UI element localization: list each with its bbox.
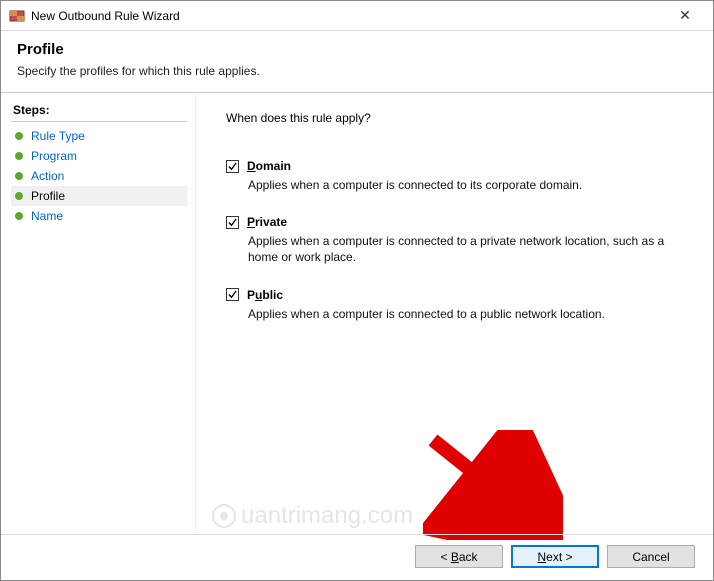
bullet-icon xyxy=(15,152,23,160)
domain-label: Domain xyxy=(247,159,291,173)
page-title: Profile xyxy=(17,41,697,58)
bullet-icon xyxy=(15,192,23,200)
window-title: New Outbound Rule Wizard xyxy=(31,9,665,23)
step-action[interactable]: Action xyxy=(11,166,187,186)
private-checkbox[interactable] xyxy=(226,216,239,229)
content-area: Steps: Rule Type Program Action Profile … xyxy=(1,93,713,533)
step-rule-type[interactable]: Rule Type xyxy=(11,126,187,146)
steps-heading: Steps: xyxy=(11,101,187,122)
next-button[interactable]: Next > xyxy=(511,545,599,568)
domain-desc: Applies when a computer is connected to … xyxy=(248,177,668,193)
firewall-icon xyxy=(9,8,25,24)
steps-sidebar: Steps: Rule Type Program Action Profile … xyxy=(1,93,196,533)
private-label: Private xyxy=(247,215,287,229)
public-label: Public xyxy=(247,288,283,302)
domain-checkbox[interactable] xyxy=(226,160,239,173)
option-domain: Domain Applies when a computer is connec… xyxy=(226,159,683,193)
option-private: Private Applies when a computer is conne… xyxy=(226,215,683,265)
public-desc: Applies when a computer is connected to … xyxy=(248,306,668,322)
close-button[interactable]: ✕ xyxy=(665,7,705,24)
wizard-footer: < Back Next > Cancel xyxy=(1,534,713,568)
step-label: Action xyxy=(31,169,64,183)
page-subtitle: Specify the profiles for which this rule… xyxy=(17,64,697,78)
wizard-header: Profile Specify the profiles for which t… xyxy=(1,31,713,92)
step-program[interactable]: Program xyxy=(11,146,187,166)
public-checkbox[interactable] xyxy=(226,288,239,301)
step-name[interactable]: Name xyxy=(11,206,187,226)
step-label: Program xyxy=(31,149,77,163)
back-button[interactable]: < Back xyxy=(415,545,503,568)
bullet-icon xyxy=(15,172,23,180)
cancel-button[interactable]: Cancel xyxy=(607,545,695,568)
question-text: When does this rule apply? xyxy=(226,111,683,125)
bullet-icon xyxy=(15,212,23,220)
main-panel: When does this rule apply? Domain Applie… xyxy=(196,93,713,533)
step-label: Rule Type xyxy=(31,129,85,143)
titlebar: New Outbound Rule Wizard ✕ xyxy=(1,1,713,31)
step-label: Profile xyxy=(31,189,65,203)
step-label: Name xyxy=(31,209,63,223)
step-profile[interactable]: Profile xyxy=(11,186,187,206)
bullet-icon xyxy=(15,132,23,140)
private-desc: Applies when a computer is connected to … xyxy=(248,233,668,265)
option-public: Public Applies when a computer is connec… xyxy=(226,288,683,322)
